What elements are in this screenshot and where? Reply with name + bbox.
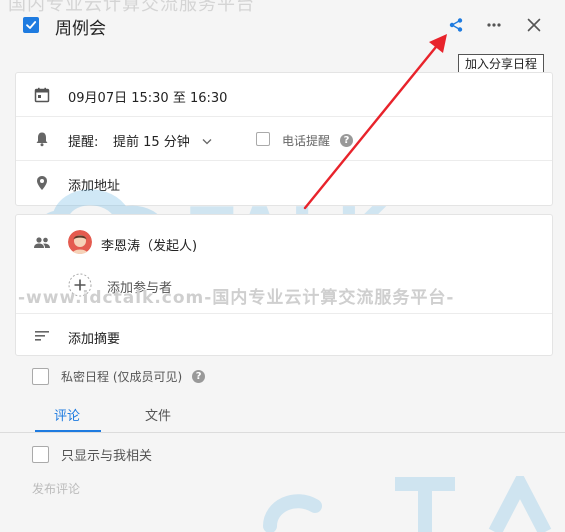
text-lines-icon	[33, 327, 51, 345]
participants-section: 李恩涛（发起人) 添加参与者	[16, 215, 552, 313]
organizer-name: 李恩涛（发起人)	[101, 239, 198, 254]
watermark-bottom-icon	[263, 476, 552, 532]
reminder-select[interactable]: 提前 15 分钟	[113, 131, 212, 150]
private-checkbox[interactable]	[32, 368, 49, 385]
participants-card: 李恩涛（发起人) 添加参与者 添加摘要	[15, 214, 553, 356]
more-icon	[487, 23, 501, 27]
post-comment-input[interactable]: 发布评论	[32, 480, 80, 497]
only-related-label: 只显示与我相关	[61, 449, 153, 464]
location-pin-icon	[33, 174, 51, 192]
add-participant-button[interactable]	[68, 273, 92, 301]
summary-row[interactable]: 添加摘要	[16, 313, 552, 357]
add-location[interactable]: 添加地址	[68, 175, 120, 194]
share-button[interactable]	[445, 14, 467, 36]
tabs-divider	[0, 432, 565, 433]
only-related-option[interactable]: 只显示与我相关	[32, 445, 152, 464]
private-label: 私密日程 (仅成员可见)	[61, 370, 183, 384]
checkbox-box	[256, 132, 270, 146]
event-title[interactable]: 周例会	[55, 14, 106, 39]
people-icon	[33, 234, 51, 252]
tab-comments[interactable]: 评论	[54, 405, 80, 424]
close-button[interactable]	[523, 14, 545, 36]
calendar-icon	[33, 86, 51, 104]
location-row[interactable]: 添加地址	[16, 161, 552, 205]
only-related-checkbox[interactable]	[32, 446, 49, 463]
reminder-label: 提醒:	[68, 135, 99, 150]
date-time[interactable]: 09月07日 15:30 至 16:30	[68, 87, 227, 106]
watermark-top: 国内专业云计算交流服务平台	[8, 0, 255, 15]
details-card: 09月07日 15:30 至 16:30 提醒: 提前 15 分钟 电话提醒 ?	[15, 72, 553, 206]
header: 国内专业云计算交流服务平台 周例会	[0, 0, 565, 52]
phone-reminder-label: 电话提醒	[282, 134, 331, 148]
title-checkbox[interactable]	[23, 17, 39, 33]
tab-files[interactable]: 文件	[145, 405, 171, 424]
phone-reminder-checkbox[interactable]	[256, 132, 270, 150]
reminder-value: 提前 15 分钟	[113, 135, 190, 150]
private-help-icon[interactable]: ?	[192, 370, 206, 383]
close-icon	[527, 18, 541, 32]
private-option[interactable]: 私密日程 (仅成员可见) ?	[32, 368, 206, 385]
more-button[interactable]	[483, 14, 505, 36]
avatar[interactable]	[68, 230, 92, 254]
plus-icon	[68, 273, 92, 297]
phone-help-icon[interactable]: ?	[340, 132, 353, 147]
reminder-row: 提醒: 提前 15 分钟 电话提醒 ?	[16, 117, 552, 161]
check-icon	[26, 21, 37, 29]
date-row[interactable]: 09月07日 15:30 至 16:30	[16, 73, 552, 117]
add-summary[interactable]: 添加摘要	[68, 328, 120, 347]
share-icon	[449, 18, 463, 32]
add-participant-label[interactable]: 添加参与者	[107, 277, 172, 296]
chevron-down-icon	[202, 139, 212, 145]
bell-icon	[33, 130, 51, 148]
